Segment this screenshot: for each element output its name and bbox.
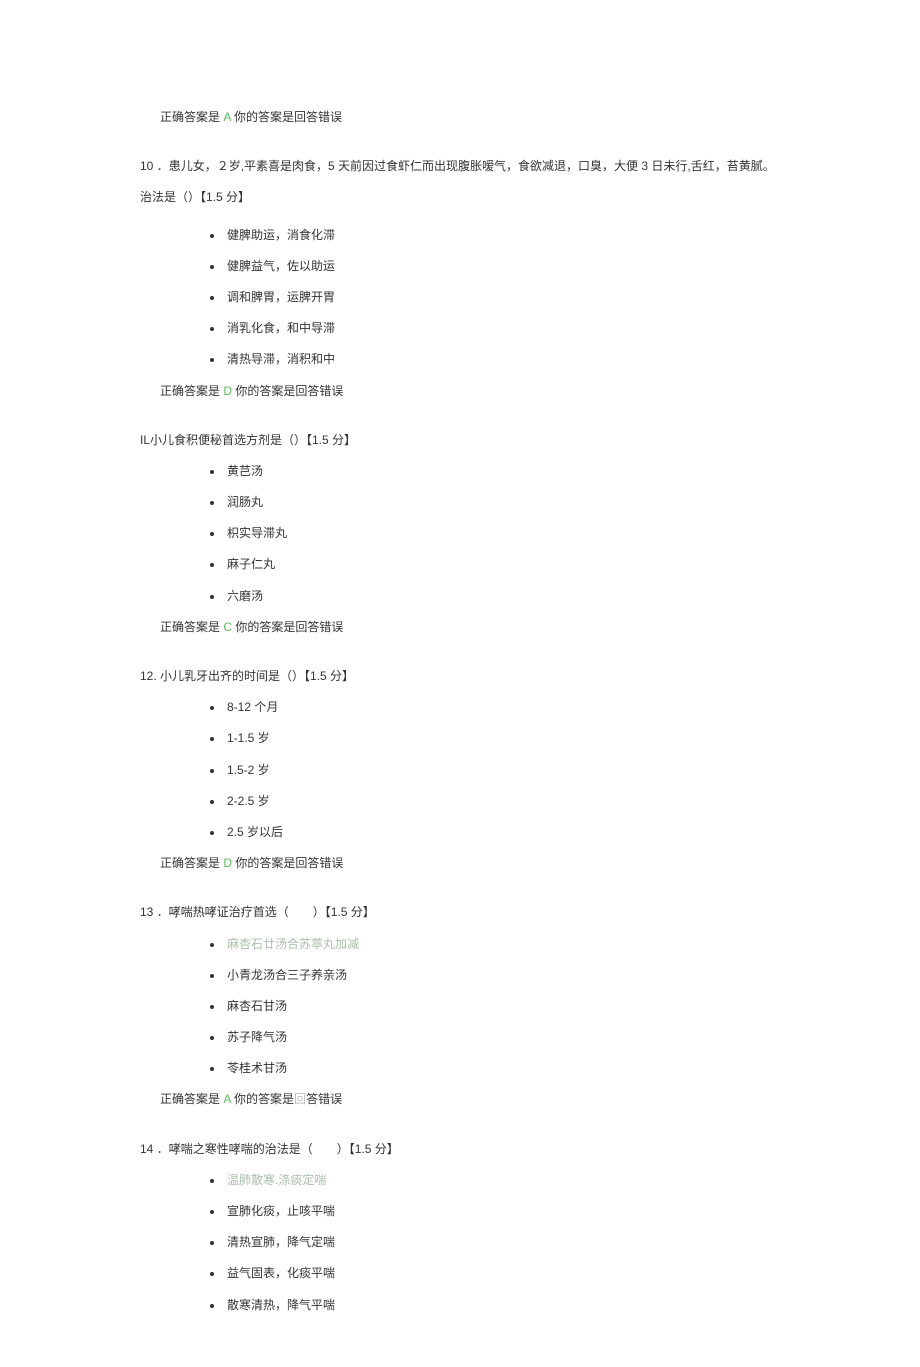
tail: 你的答案是回答错误 bbox=[234, 110, 342, 124]
q12-opt-b: 1-1.5 岁 bbox=[140, 729, 780, 748]
q14-options: 温肺散寒.涤痰定喘 宣肺化痰，止咳平喘 清热宣肺，降气定喘 益气固表，化痰平喘 … bbox=[140, 1171, 780, 1315]
label: 正确答案是 bbox=[160, 384, 220, 398]
q12-opt-a: 8-12 个月 bbox=[140, 698, 780, 717]
q13-opt-b: 小青龙汤合三子养亲汤 bbox=[140, 966, 780, 985]
q12-opt-c: 1.5-2 岁 bbox=[140, 761, 780, 780]
q12-text: 12. 小儿乳牙出齐的时间是（）【1.5 分】 bbox=[140, 667, 780, 686]
q10-opt-c: 调和脾胃，运脾开胃 bbox=[140, 288, 780, 307]
tail: 你的答案是回答错误 bbox=[235, 620, 343, 634]
q13-text: 13 ．哮喘热哮证治疗首选（ ）【1.5 分】 bbox=[140, 903, 780, 922]
correct-letter: A bbox=[223, 110, 230, 124]
q14-opt-c: 清热宣肺，降气定喘 bbox=[140, 1233, 780, 1252]
correct-letter: A bbox=[223, 1092, 230, 1106]
highlight: 麻杏石廿汤合苏葶丸加减 bbox=[227, 937, 359, 951]
label: 正确答案是 bbox=[160, 856, 220, 870]
q10-opt-a: 健脾助运，消食化滞 bbox=[140, 226, 780, 245]
q11-answer: 正确答案是 C 你的答案是回答错误 bbox=[160, 618, 780, 637]
q10-opt-b: 健脾益气，佐以助运 bbox=[140, 257, 780, 276]
correct-letter: C bbox=[223, 620, 232, 634]
correct-letter: D bbox=[223, 384, 232, 398]
correct-letter: D bbox=[223, 856, 232, 870]
q11-opt-b: 润肠丸 bbox=[140, 493, 780, 512]
q13-num: 13 bbox=[140, 905, 153, 919]
q13-body: ．哮喘热哮证治疗首选（ ）【1.5 分】 bbox=[157, 905, 375, 919]
q11-opt-c: 枳实导滞丸 bbox=[140, 524, 780, 543]
label: 正确答案是 bbox=[160, 110, 220, 124]
q14-num: 14 bbox=[140, 1142, 153, 1156]
q10-body: ．患儿女，２岁,平素喜是肉食，5 天前因过食虾仁而出现腹胀嗳气，食欲减退，口臭，… bbox=[157, 159, 775, 173]
q14-opt-b: 宣肺化痰，止咳平喘 bbox=[140, 1202, 780, 1221]
tail: 你的答案是回答错误 bbox=[235, 384, 343, 398]
q12-opt-e: 2.5 岁以后 bbox=[140, 823, 780, 842]
q10-answer: 正确答案是 D 你的答案是回答错误 bbox=[160, 382, 780, 401]
q13-options: 麻杏石廿汤合苏葶丸加减 小青龙汤合三子养亲汤 麻杏石甘汤 苏子降气汤 苓桂术甘汤 bbox=[140, 935, 780, 1079]
tail-pre: 你的答案是 bbox=[234, 1092, 294, 1106]
q14-text: 14 ．哮喘之寒性哮喘的治法是（ ）【1.5 分】 bbox=[140, 1140, 780, 1159]
q10-opt-d: 消乳化食，和中导滞 bbox=[140, 319, 780, 338]
q10-options: 健脾助运，消食化滞 健脾益气，佐以助运 调和脾胃，运脾开胃 消乳化食，和中导滞 … bbox=[140, 226, 780, 370]
q11-text: IL小儿食积便秘首选方剂是（）【1.5 分】 bbox=[140, 431, 780, 450]
q13-opt-c: 麻杏石甘汤 bbox=[140, 997, 780, 1016]
q14-body: ．哮喘之寒性哮喘的治法是（ ）【1.5 分】 bbox=[157, 1142, 399, 1156]
q12-answer: 正确答案是 D 你的答案是回答错误 bbox=[160, 854, 780, 873]
q13-answer: 正确答案是 A 你的答案是回答错误 bbox=[160, 1090, 780, 1109]
q11-opt-d: 麻子仁丸 bbox=[140, 555, 780, 574]
q13-opt-e: 苓桂术甘汤 bbox=[140, 1059, 780, 1078]
q12-opt-d: 2-2.5 岁 bbox=[140, 792, 780, 811]
q10-num: 10 bbox=[140, 159, 153, 173]
label: 正确答案是 bbox=[160, 620, 220, 634]
tail-post: 答错误 bbox=[306, 1092, 342, 1106]
q11-options: 黄芑汤 润肠丸 枳实导滞丸 麻子仁丸 六磨汤 bbox=[140, 462, 780, 606]
q14-opt-a: 温肺散寒.涤痰定喘 bbox=[140, 1171, 780, 1190]
tail: 你的答案是回答错误 bbox=[235, 856, 343, 870]
q10-text: 10 ．患儿女，２岁,平素喜是肉食，5 天前因过食虾仁而出现腹胀嗳气，食欲减退，… bbox=[140, 157, 780, 176]
tail-mid: 回 bbox=[294, 1092, 306, 1106]
label: 正确答案是 bbox=[160, 1092, 220, 1106]
q12-options: 8-12 个月 1-1.5 岁 1.5-2 岁 2-2.5 岁 2.5 岁以后 bbox=[140, 698, 780, 842]
q13-opt-a: 麻杏石廿汤合苏葶丸加减 bbox=[140, 935, 780, 954]
q11-opt-e: 六磨汤 bbox=[140, 587, 780, 606]
highlight: 温肺散寒.涤痰定喘 bbox=[227, 1173, 326, 1187]
q11-opt-a: 黄芑汤 bbox=[140, 462, 780, 481]
q10-sub: 治法是（）【1.5 分】 bbox=[140, 188, 780, 207]
q14-opt-e: 散寒清热，降气平喘 bbox=[140, 1296, 780, 1315]
q10-opt-e: 清热导滞，消积和中 bbox=[140, 350, 780, 369]
q14-opt-d: 益气固表，化痰平喘 bbox=[140, 1264, 780, 1283]
q13-opt-d: 苏子降气汤 bbox=[140, 1028, 780, 1047]
q9-answer: 正确答案是 A 你的答案是回答错误 bbox=[160, 108, 780, 127]
